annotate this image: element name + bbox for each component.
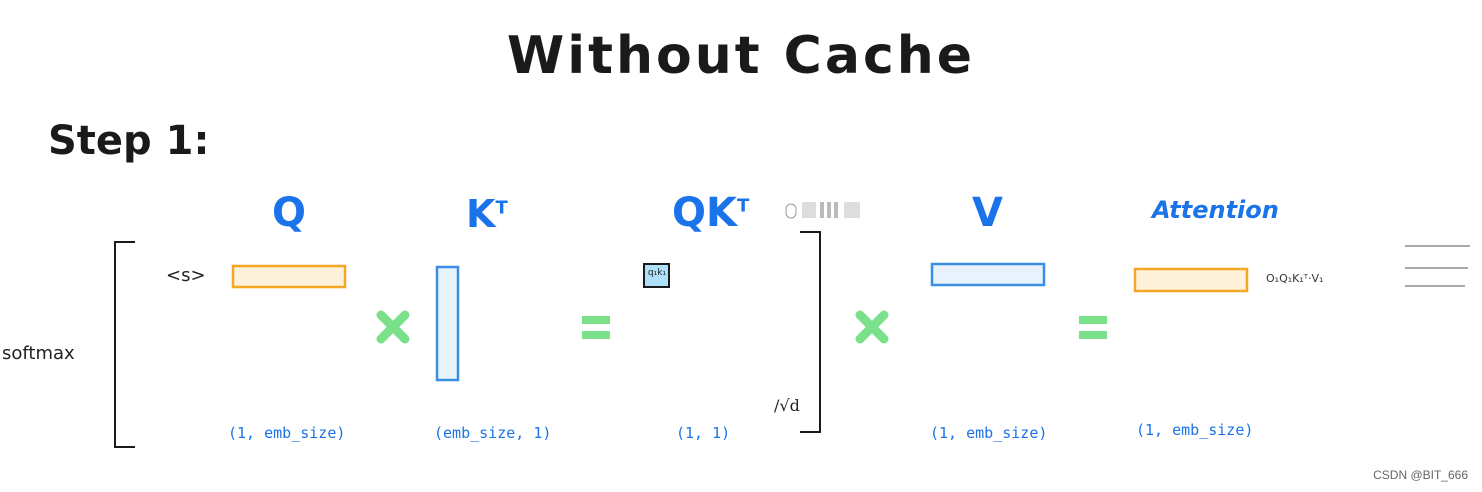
- attention-matrix: [1133, 267, 1249, 293]
- q-matrix: [231, 264, 347, 289]
- v-matrix: [930, 262, 1046, 287]
- attention-dim-label: (1, emb_size): [1136, 421, 1254, 439]
- multiply-icon-2: [855, 310, 889, 344]
- side-notes: [1405, 245, 1470, 287]
- k-transpose-matrix: [435, 265, 460, 382]
- qk-dim-label: (1, 1): [676, 424, 731, 442]
- equals-icon-1: [582, 316, 610, 339]
- multiply-icon-1: [376, 310, 410, 344]
- attention-formula: O₁Q₁K₁ᵀ·V₁: [1266, 272, 1324, 285]
- qk-cell-text: q₁k₁: [647, 268, 667, 278]
- sqrt-d-label: /√d: [774, 396, 800, 415]
- k-dim-label: (emb_size, 1): [434, 424, 552, 442]
- equals-icon-2: [1079, 316, 1107, 339]
- softmax-bracket-right: [800, 231, 821, 433]
- q-dim-label: (1, emb_size): [228, 424, 346, 442]
- scribble-icon: [785, 202, 860, 219]
- diagram-canvas: [114, 202, 1470, 448]
- softmax-bracket-left: [114, 241, 135, 448]
- watermark: CSDN @BIT_666: [1373, 468, 1468, 482]
- v-dim-label: (1, emb_size): [930, 424, 1048, 442]
